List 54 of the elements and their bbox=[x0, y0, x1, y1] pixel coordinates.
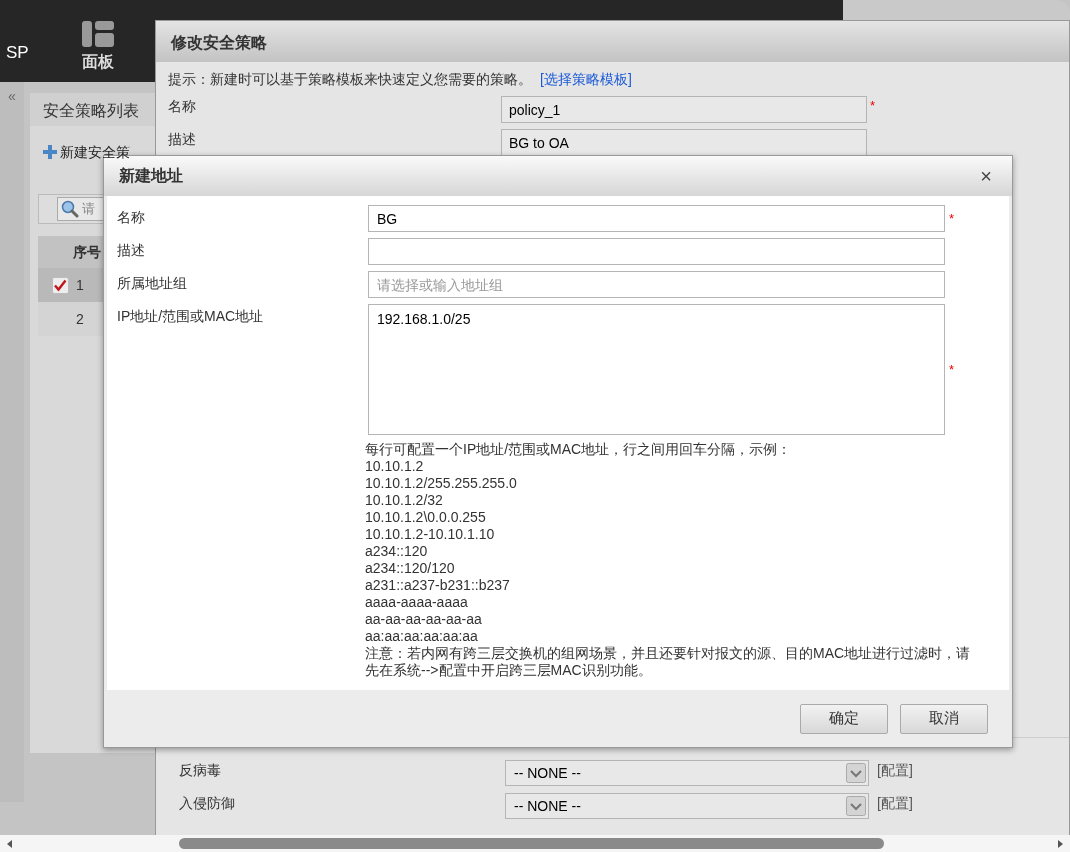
plus-icon bbox=[42, 144, 58, 160]
text-field[interactable]: BG to OA bbox=[501, 129, 867, 156]
text-field[interactable]: BG bbox=[368, 205, 945, 232]
new-policy-button[interactable]: 新建安全策 bbox=[30, 142, 130, 162]
example-text: aa-aa-aa-aa-aa-aa bbox=[365, 611, 483, 628]
example-text: 10.10.1.2\0.0.0.255 bbox=[365, 509, 487, 526]
example-text: a234::120 bbox=[365, 543, 429, 560]
text-field[interactable]: 请选择或输入地址组 bbox=[368, 271, 945, 298]
example-text: 10.10.1.2/32 bbox=[365, 492, 444, 509]
example-text: aaaa-aaaa-aaaa bbox=[365, 594, 469, 611]
config-link[interactable]: [配置] bbox=[877, 760, 913, 781]
confirm-button[interactable]: 确定 bbox=[800, 703, 888, 734]
field-label: 所属地址组 bbox=[116, 274, 188, 293]
example-text: 10.10.1.2-10.10.1.10 bbox=[365, 526, 496, 543]
search-icon bbox=[61, 200, 79, 218]
dashboard-icon bbox=[80, 20, 115, 48]
example-text: a234::120/120 bbox=[365, 560, 456, 577]
checkbox[interactable] bbox=[52, 276, 69, 294]
dropdown-icon bbox=[846, 763, 866, 783]
text-field[interactable] bbox=[368, 238, 945, 265]
required-mark: * bbox=[949, 360, 955, 379]
example-text: aa:aa:aa:aa:aa:aa bbox=[365, 628, 479, 645]
required-mark: * bbox=[870, 97, 876, 115]
note-text: 注意：若内网有跨三层交换机的组网场景，并且还要针对报文的源、目的MAC地址进行过滤时，请先在系统-->配置中开启跨三层MAC识别功能。 bbox=[365, 645, 972, 679]
dialog-title: 修改安全策略 bbox=[156, 21, 1069, 62]
profile-select[interactable]: -- NONE -- bbox=[505, 760, 869, 786]
field-label: 描述 bbox=[116, 241, 146, 260]
text-field[interactable]: policy_1 bbox=[501, 96, 867, 123]
field-label: 名称 bbox=[116, 208, 146, 227]
required-mark: * bbox=[949, 210, 955, 228]
field-label: IP地址/范围或MAC地址 bbox=[116, 307, 265, 326]
example-text: a231::a237-b231::b237 bbox=[365, 577, 511, 594]
table-cell-text: 2 bbox=[76, 309, 84, 329]
nav-tab[interactable]: 面板 bbox=[76, 20, 119, 74]
example-text: 10.10.1.2 bbox=[365, 458, 425, 475]
profile-select[interactable]: -- NONE -- bbox=[505, 793, 869, 819]
cancel-button[interactable]: 取消 bbox=[900, 703, 988, 734]
address-textarea[interactable]: 192.168.1.0/25 bbox=[368, 304, 945, 435]
dropdown-icon bbox=[846, 796, 866, 816]
example-text: 10.10.1.2/255.255.255.0 bbox=[365, 475, 518, 492]
config-link[interactable]: [配置] bbox=[877, 793, 913, 814]
table-cell-text: 1 bbox=[76, 275, 84, 295]
close-button[interactable]: × bbox=[980, 166, 992, 186]
help-text: 每行可配置一个IP地址/范围或MAC地址，行之间用回车分隔，示例： bbox=[365, 441, 793, 458]
field-label: 名称 bbox=[167, 97, 197, 116]
field-label: 入侵防御 bbox=[178, 794, 236, 813]
field-label: 反病毒 bbox=[178, 761, 222, 780]
dialog-title: 新建地址 bbox=[118, 166, 183, 186]
column-header: 序号 bbox=[73, 242, 101, 262]
horizontal-scrollbar[interactable] bbox=[0, 835, 1070, 852]
field-label: 描述 bbox=[167, 130, 197, 149]
brand-name: SP bbox=[6, 42, 29, 64]
template-link[interactable]: [选择策略模板] bbox=[540, 69, 632, 90]
hint-text: 提示：新建时可以基于策略模板来快速定义您需要的策略。 bbox=[168, 70, 532, 89]
